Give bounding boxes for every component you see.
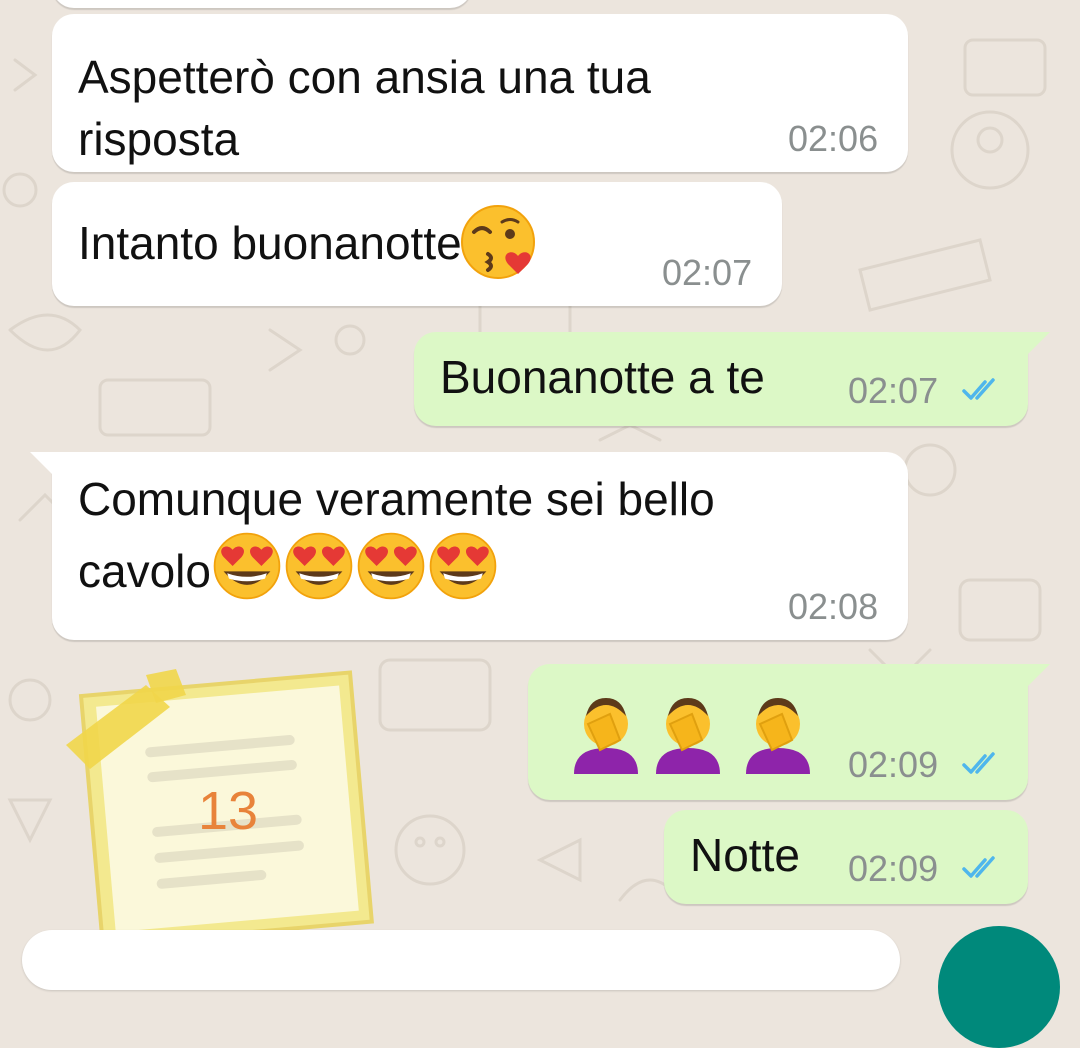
message-input[interactable] [22,930,900,990]
heart-eyes-emoji-icon [357,532,425,600]
message-text: Aspetterò con ansia una tua [78,51,651,103]
heart-eyes-emoji-icon [213,532,281,600]
bubble-tail [1024,332,1050,358]
double-check-icon [962,378,995,400]
message-text-content: Intanto buonanotte [78,217,462,270]
person-facepalming-icon [656,698,720,774]
message-timestamp: 02:07 [848,370,939,411]
message-text: Intanto buonanotte [78,205,538,282]
message-text: cavolo [78,532,499,602]
sticker-label: 13 [198,781,259,841]
incoming-message[interactable]: Comunque veramente sei bello cavolo 02:0… [30,452,908,640]
bubble-tail [30,452,56,478]
previous-message-bubble [52,0,472,8]
heart-eyes-emoji-icon [429,532,497,600]
outgoing-message[interactable]: Notte 02:09 [664,810,1028,904]
person-facepalming-icon [746,698,810,774]
incoming-message[interactable]: Aspetterò con ansia una tua risposta 02:… [52,14,908,172]
message-text-content: cavolo [78,545,211,597]
outgoing-message[interactable]: 02:09 [528,664,1050,800]
message-timestamp: 02:07 [662,252,753,293]
outgoing-message[interactable]: Buonanotte a te 02:07 [414,332,1050,426]
double-check-icon [962,856,995,878]
message-timestamp: 02:06 [788,118,879,159]
double-check-icon [962,752,995,774]
message-timestamp: 02:09 [848,744,939,785]
face-blowing-a-kiss-icon [460,205,535,279]
send-button[interactable] [938,926,1060,1048]
message-timestamp: 02:09 [848,848,939,889]
person-facepalming-icon [574,698,638,774]
bubble-tail [1024,664,1050,690]
message-text: Notte [690,829,800,881]
message-text: Comunque veramente sei bello [78,473,715,525]
incoming-message[interactable]: Intanto buonanotte 02:07 [52,182,782,306]
message-text: risposta [78,113,240,165]
heart-eyes-emoji-icon [285,532,353,600]
message-text: Buonanotte a te [440,351,765,403]
message-timestamp: 02:08 [788,586,879,627]
